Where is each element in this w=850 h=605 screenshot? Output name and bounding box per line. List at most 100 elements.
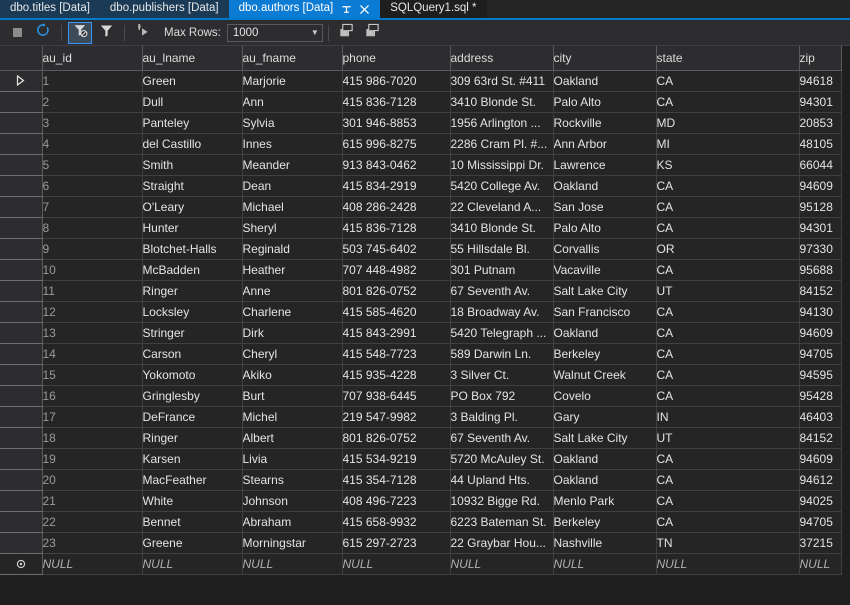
results-data-grid[interactable]: au_id au_lname au_fname phone address city sta… <box>0 46 850 575</box>
cell-phone[interactable]: 415 935-4228 <box>342 364 451 386</box>
cell-au_fname[interactable]: Michael <box>242 196 343 218</box>
table-row[interactable]: 1 Green Marjorie 415 986-7020 309 63rd St. #… <box>0 70 842 92</box>
cell-state[interactable]: CA <box>656 511 800 533</box>
cell-au_lname[interactable]: Karsen <box>142 448 243 470</box>
cell-phone[interactable]: 707 938-6445 <box>342 385 451 407</box>
cell-au_fname[interactable]: Michel <box>242 406 343 428</box>
cell-au_fname[interactable]: Johnson <box>242 490 343 512</box>
cell-au_fname[interactable]: Cheryl <box>242 343 343 365</box>
new-cell-address[interactable]: NULL <box>450 553 554 575</box>
cell-city[interactable]: Lawrence <box>553 154 657 176</box>
cell-address[interactable]: 5720 McAuley St. <box>450 448 554 470</box>
cell-state[interactable]: CA <box>656 175 800 197</box>
row-header[interactable] <box>0 511 43 533</box>
chevron-down-icon[interactable]: ▼ <box>308 28 322 37</box>
cell-state[interactable]: UT <box>656 427 800 449</box>
row-header[interactable] <box>0 343 43 365</box>
cell-zip[interactable]: 94618 <box>799 70 842 92</box>
cell-au_fname[interactable]: Reginald <box>242 238 343 260</box>
cell-au_lname[interactable]: Gringlesby <box>142 385 243 407</box>
cell-state[interactable]: CA <box>656 469 800 491</box>
cell-au_id[interactable]: 14 <box>42 343 143 365</box>
cell-state[interactable]: CA <box>656 196 800 218</box>
table-row[interactable]: 7 O'Leary Michael 408 286-2428 22 Cleveland … <box>0 196 842 218</box>
sort-script-button[interactable] <box>131 22 155 44</box>
cell-phone[interactable]: 415 834-2919 <box>342 175 451 197</box>
row-header[interactable] <box>0 196 43 218</box>
cell-state[interactable]: KS <box>656 154 800 176</box>
cell-zip[interactable]: 48105 <box>799 133 842 155</box>
cell-phone[interactable]: 415 354-7128 <box>342 469 451 491</box>
new-cell-city[interactable]: NULL <box>553 553 657 575</box>
stop-button[interactable] <box>5 22 29 44</box>
filter-button[interactable] <box>94 22 118 44</box>
cell-au_lname[interactable]: Green <box>142 70 243 92</box>
cell-address[interactable]: 22 Cleveland A... <box>450 196 554 218</box>
cell-state[interactable]: CA <box>656 490 800 512</box>
new-row-header[interactable] <box>0 553 43 575</box>
cell-au_id[interactable]: 18 <box>42 427 143 449</box>
row-header[interactable] <box>0 427 43 449</box>
cell-address[interactable]: 309 63rd St. #411 <box>450 70 554 92</box>
cell-state[interactable]: OR <box>656 238 800 260</box>
cell-state[interactable]: CA <box>656 91 800 113</box>
cell-phone[interactable]: 415 986-7020 <box>342 70 451 92</box>
row-header[interactable] <box>0 532 43 554</box>
cell-phone[interactable]: 801 826-0752 <box>342 427 451 449</box>
cell-state[interactable]: IN <box>656 406 800 428</box>
cell-au_lname[interactable]: Ringer <box>142 280 243 302</box>
cell-au_fname[interactable]: Burt <box>242 385 343 407</box>
table-row[interactable]: 10 McBadden Heather 707 448-4982 301 Putnam V… <box>0 259 842 281</box>
cell-address[interactable]: 6223 Bateman St. <box>450 511 554 533</box>
cell-au_id[interactable]: 7 <box>42 196 143 218</box>
column-header-zip[interactable]: zip <box>799 46 842 71</box>
cell-address[interactable]: 67 Seventh Av. <box>450 427 554 449</box>
row-header[interactable] <box>0 364 43 386</box>
column-header-address[interactable]: address <box>450 46 554 71</box>
cell-au_id[interactable]: 22 <box>42 511 143 533</box>
close-icon[interactable] <box>359 4 370 15</box>
row-header[interactable] <box>0 490 43 512</box>
cell-city[interactable]: Berkeley <box>553 343 657 365</box>
cell-au_lname[interactable]: Greene <box>142 532 243 554</box>
cell-city[interactable]: Walnut Creek <box>553 364 657 386</box>
cell-zip[interactable]: 94705 <box>799 343 842 365</box>
cell-au_id[interactable]: 8 <box>42 217 143 239</box>
cell-au_id[interactable]: 4 <box>42 133 143 155</box>
show-results-pane-button[interactable] <box>361 22 385 44</box>
cell-au_lname[interactable]: Ringer <box>142 427 243 449</box>
cell-address[interactable]: 10 Mississippi Dr. <box>450 154 554 176</box>
table-row[interactable]: 15 Yokomoto Akiko 415 935-4228 3 Silver Ct. W… <box>0 364 842 386</box>
table-row[interactable]: 5 Smith Meander 913 843-0462 10 Mississippi … <box>0 154 842 176</box>
table-row[interactable]: 4 del Castillo Innes 615 996-8275 2286 Cram … <box>0 133 842 155</box>
cell-zip[interactable]: 95688 <box>799 259 842 281</box>
cell-city[interactable]: Salt Lake City <box>553 280 657 302</box>
row-header[interactable] <box>0 280 43 302</box>
cell-address[interactable]: 55 Hillsdale Bl. <box>450 238 554 260</box>
cell-city[interactable]: Ann Arbor <box>553 133 657 155</box>
cell-city[interactable]: Nashville <box>553 532 657 554</box>
cell-au_id[interactable]: 10 <box>42 259 143 281</box>
table-row[interactable]: 17 DeFrance Michel 219 547-9982 3 Balding Pl… <box>0 406 842 428</box>
cell-phone[interactable]: 615 996-8275 <box>342 133 451 155</box>
cell-au_fname[interactable]: Abraham <box>242 511 343 533</box>
cell-city[interactable]: Palo Alto <box>553 91 657 113</box>
cell-state[interactable]: CA <box>656 70 800 92</box>
cell-phone[interactable]: 415 836-7128 <box>342 91 451 113</box>
cell-phone[interactable]: 219 547-9982 <box>342 406 451 428</box>
table-row[interactable]: 19 Karsen Livia 415 534-9219 5720 McAuley St… <box>0 448 842 470</box>
cell-address[interactable]: 10932 Bigge Rd. <box>450 490 554 512</box>
row-header[interactable] <box>0 154 43 176</box>
cell-au_fname[interactable]: Dirk <box>242 322 343 344</box>
row-header[interactable] <box>0 448 43 470</box>
cell-phone[interactable]: 301 946-8853 <box>342 112 451 134</box>
cell-zip[interactable]: 94609 <box>799 322 842 344</box>
new-cell-au_fname[interactable]: NULL <box>242 553 343 575</box>
cell-au_lname[interactable]: Locksley <box>142 301 243 323</box>
cell-au_id[interactable]: 20 <box>42 469 143 491</box>
cell-au_id[interactable]: 2 <box>42 91 143 113</box>
max-rows-combobox[interactable]: 1000 ▼ <box>226 23 323 42</box>
new-cell-zip[interactable]: NULL <box>799 553 842 575</box>
cell-au_fname[interactable]: Albert <box>242 427 343 449</box>
cell-zip[interactable]: 94025 <box>799 490 842 512</box>
